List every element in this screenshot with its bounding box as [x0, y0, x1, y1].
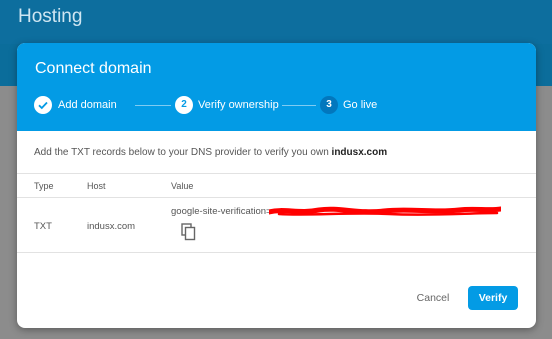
cell-type: TXT	[34, 221, 52, 232]
cell-host: indusx.com	[87, 221, 136, 232]
instructions-body: Add the TXT records below to your DNS pr…	[34, 147, 329, 158]
step-2-label: Verify ownership	[198, 99, 279, 111]
column-header-host: Host	[87, 181, 106, 191]
verify-button[interactable]: Verify	[468, 286, 518, 310]
cancel-button[interactable]: Cancel	[409, 287, 457, 309]
app-title: Hosting	[18, 6, 83, 27]
connect-domain-dialog: Connect domain Add domain 2 Verify owner…	[17, 43, 536, 328]
table-header-divider	[17, 197, 536, 198]
copy-icon[interactable]	[181, 223, 197, 241]
instructions-text: Add the TXT records below to your DNS pr…	[34, 147, 387, 158]
domain-name: indusx.com	[331, 147, 388, 158]
dialog-header: Connect domain Add domain 2 Verify owner…	[17, 43, 536, 131]
app-header: Hosting	[0, 0, 552, 44]
redaction-mark	[269, 206, 501, 216]
column-header-type: Type	[34, 181, 54, 191]
check-icon	[38, 101, 48, 110]
stepper: Add domain 2 Verify ownership 3 Go live	[34, 96, 524, 116]
step-3-label: Go live	[343, 99, 378, 111]
step-1-label: Add domain	[58, 99, 117, 111]
step-connector-1	[135, 105, 171, 106]
step-1-check-icon	[34, 96, 52, 114]
column-header-value: Value	[171, 181, 194, 191]
divider-bottom	[17, 252, 536, 253]
dialog-title: Connect domain	[35, 60, 152, 77]
cell-value: google-site-verification=	[171, 206, 272, 217]
divider-top	[17, 173, 536, 174]
step-2-number: 2	[175, 96, 193, 114]
step-connector-2	[282, 105, 316, 106]
step-3-number: 3	[320, 96, 338, 114]
